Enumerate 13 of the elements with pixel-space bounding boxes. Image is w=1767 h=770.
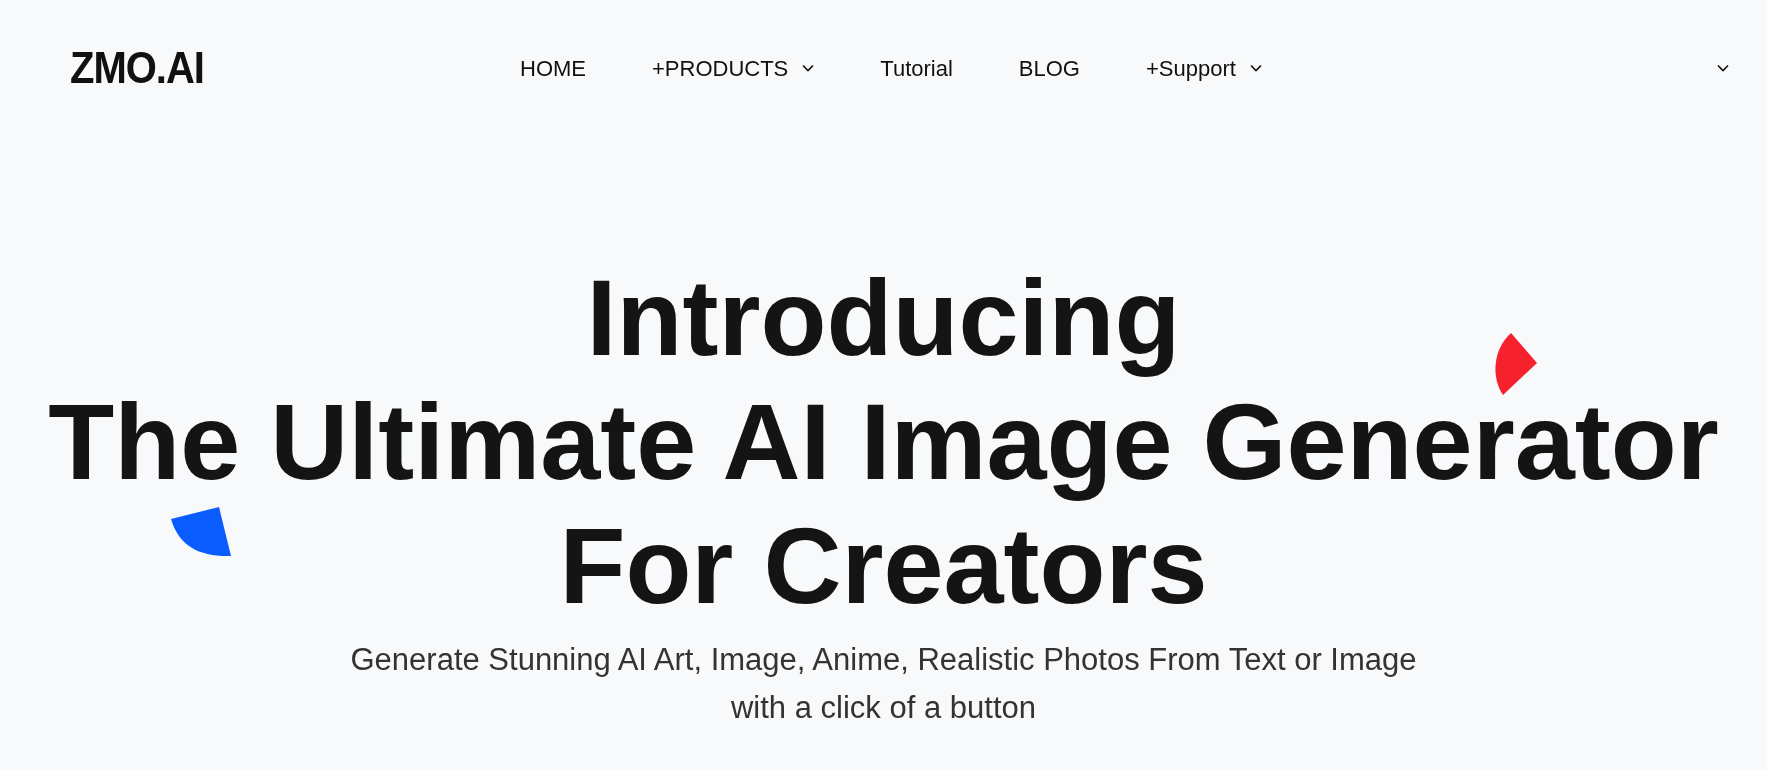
headline: Introducing <box>586 256 1181 380</box>
headline: For Creators <box>559 504 1208 628</box>
nav-link[interactable]: +Support <box>1146 51 1262 85</box>
nav-link[interactable]: Tutorial <box>880 51 953 85</box>
nav-link[interactable]: +PRODUCTS <box>652 51 815 85</box>
subtitle: with a click of a button <box>731 689 1036 727</box>
shape-drawing <box>1493 333 1537 395</box>
logo[interactable]: ZMO.AI <box>70 46 520 90</box>
nav-link[interactable]: BLOG <box>1018 51 1080 85</box>
headline: The Ultimate AI Image Generator <box>48 380 1719 504</box>
subtitle: Generate Stunning AI Art, Image, Anime, Realistic Photos From Text or Image <box>350 641 1417 679</box>
nav-link[interactable]: HOME <box>520 51 586 85</box>
shape-drawing <box>171 507 231 557</box>
